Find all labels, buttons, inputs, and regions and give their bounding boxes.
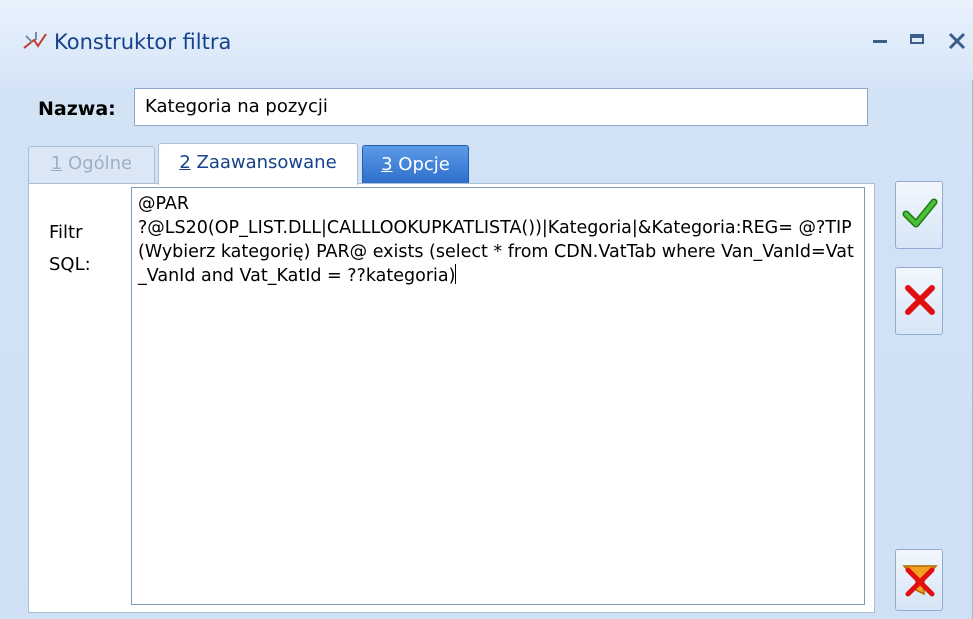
tab-options-label: Opcje: [392, 154, 450, 175]
close-icon: [948, 32, 966, 50]
tab-advanced-label: Zaawansowane: [190, 152, 337, 173]
text-caret: [455, 264, 457, 284]
tab-options[interactable]: 3 Opcje: [362, 145, 469, 183]
title-bar: Konstruktor filtra: [0, 0, 973, 80]
tab-general[interactable]: 1 Ogólne: [28, 146, 155, 183]
close-button[interactable]: [942, 26, 972, 56]
maximize-icon: [910, 34, 924, 44]
cancel-button[interactable]: [895, 267, 943, 335]
funnel-clear-icon: [902, 565, 938, 597]
ok-button[interactable]: [895, 181, 943, 249]
tab-options-number: 3: [381, 154, 393, 175]
checkmark-icon: [902, 198, 938, 228]
name-label: Nazwa:: [38, 98, 116, 120]
x-mark-icon: [905, 285, 935, 315]
sql-filter-textarea[interactable]: @PAR ?@LS20(OP_LIST.DLL|CALLLOOKUPKATLIS…: [131, 187, 865, 605]
advanced-tab-panel: Filtr SQL: @PAR ?@LS20(OP_LIST.DLL|CALLL…: [28, 183, 875, 613]
tab-general-label: Ogólne: [62, 153, 133, 174]
tab-general-number: 1: [50, 153, 63, 174]
name-input[interactable]: Kategoria na pozycji: [134, 88, 868, 126]
window-title: Konstruktor filtra: [54, 30, 232, 54]
sql-filter-label: Filtr SQL:: [49, 222, 91, 275]
minimize-button[interactable]: [865, 26, 895, 56]
tab-advanced-number: 2: [179, 152, 191, 173]
minimize-icon: [873, 40, 887, 43]
maximize-button[interactable]: [902, 26, 932, 56]
filter-constructor-window: Konstruktor filtra Nazwa: Kategoria na p…: [0, 0, 973, 619]
sql-filter-text: @PAR ?@LS20(OP_LIST.DLL|CALLLOOKUPKATLIS…: [138, 194, 854, 286]
clear-filter-button[interactable]: [895, 549, 943, 611]
tab-advanced[interactable]: 2 Zaawansowane: [158, 143, 358, 185]
filter-constructor-icon: [23, 32, 47, 49]
